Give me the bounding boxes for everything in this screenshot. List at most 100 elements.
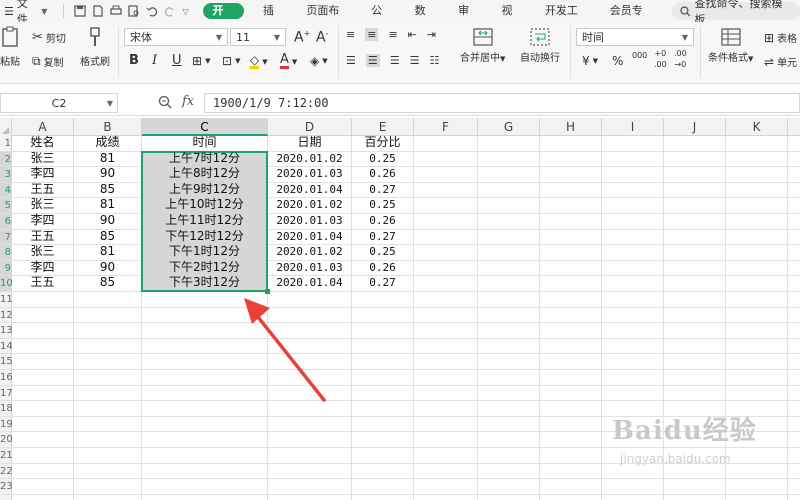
row-header[interactable]: 2: [0, 151, 12, 168]
table-cell[interactable]: 张三: [12, 151, 73, 167]
italic-button[interactable]: I: [152, 53, 157, 68]
row-header[interactable]: 17: [0, 386, 12, 402]
tab-member[interactable]: 会员专享: [599, 0, 664, 39]
table-cell[interactable]: 王五: [12, 182, 73, 198]
table-cell[interactable]: 2020.01.03: [268, 166, 351, 182]
tab-review[interactable]: 审阅: [447, 0, 490, 39]
header-cell[interactable]: 时间: [142, 135, 267, 151]
tab-view[interactable]: 视图: [491, 0, 534, 39]
table-cell[interactable]: 81: [74, 197, 141, 213]
table-cell[interactable]: 2020.01.04: [268, 182, 351, 198]
tab-insert[interactable]: 插入: [252, 0, 295, 39]
row-header[interactable]: 23: [0, 479, 12, 495]
cut-button[interactable]: ✂ 剪切: [32, 30, 66, 45]
file-menu[interactable]: ☰ 文件 ▼: [0, 0, 47, 26]
distributed-icon[interactable]: ☷: [430, 54, 440, 67]
table-cell[interactable]: 2020.01.04: [268, 275, 351, 291]
format-painter-button[interactable]: 格式刷: [80, 26, 110, 68]
table-cell[interactable]: 王五: [12, 275, 73, 291]
tab-developer[interactable]: 开发工具: [534, 0, 599, 39]
row-header[interactable]: 6: [0, 214, 12, 230]
print-preview-icon[interactable]: [128, 5, 140, 17]
header-cell[interactable]: 姓名: [12, 135, 73, 151]
table-cell[interactable]: 上午11时12分: [142, 213, 267, 229]
row-header[interactable]: 19: [0, 417, 12, 433]
column-header-d[interactable]: D: [268, 118, 352, 136]
row-header[interactable]: 20: [0, 432, 12, 448]
redo-icon[interactable]: [164, 5, 176, 17]
table-cell[interactable]: 张三: [12, 197, 73, 213]
row-header[interactable]: 22: [0, 464, 12, 480]
tab-home[interactable]: 开始: [202, 3, 244, 33]
table-cell[interactable]: 85: [74, 229, 141, 245]
table-cell[interactable]: 0.25: [352, 151, 413, 167]
align-top-icon[interactable]: ≡: [346, 28, 355, 41]
underline-button[interactable]: U: [172, 53, 182, 68]
row-header[interactable]: 11: [0, 292, 12, 308]
cell-style-gallery-button[interactable]: ⇌ 单元: [764, 54, 797, 70]
align-center-icon[interactable]: ☰: [365, 54, 380, 67]
row-header[interactable]: 18: [0, 401, 12, 417]
column-header-i[interactable]: I: [602, 118, 664, 136]
thousands-button[interactable]: 000: [632, 52, 647, 60]
number-format-select[interactable]: 时间 ▼: [576, 28, 694, 46]
increase-decimal-button[interactable]: +0.00: [654, 50, 667, 69]
table-cell[interactable]: 0.25: [352, 197, 413, 213]
table-cell[interactable]: 2020.01.02: [268, 197, 351, 213]
fx-icon[interactable]: fx: [182, 94, 194, 109]
align-right-icon[interactable]: ☰: [390, 54, 400, 67]
tab-page-layout[interactable]: 页面布局: [295, 0, 360, 39]
name-box[interactable]: C2 ▼: [0, 93, 118, 113]
table-cell[interactable]: 上午7时12分: [142, 151, 267, 167]
fill-color-button[interactable]: ◇ ▼: [250, 54, 268, 69]
column-header-b[interactable]: B: [74, 118, 142, 136]
row-header[interactable]: 5: [0, 198, 12, 214]
row-header[interactable]: 21: [0, 448, 12, 464]
table-cell[interactable]: 90: [74, 260, 141, 276]
command-search[interactable]: 查找命令、搜索模板: [671, 0, 800, 26]
table-style-button[interactable]: ⊞ 表格: [764, 30, 797, 46]
tab-data[interactable]: 数据: [404, 0, 447, 39]
save-icon[interactable]: [74, 5, 86, 17]
select-all-corner[interactable]: [0, 118, 12, 136]
row-header[interactable]: 13: [0, 323, 12, 339]
decrease-decimal-button[interactable]: .00 →0: [674, 50, 687, 69]
indent-increase-icon[interactable]: ⇥: [427, 28, 436, 41]
cell-style-button[interactable]: ⊡ ▼: [222, 54, 240, 68]
export-pdf-icon[interactable]: [92, 5, 104, 17]
justify-icon[interactable]: ☰: [410, 54, 420, 67]
row-header[interactable]: 12: [0, 308, 12, 324]
column-header-c[interactable]: C: [142, 118, 268, 136]
table-cell[interactable]: 王五: [12, 229, 73, 245]
chevron-down-icon[interactable]: ▽: [182, 7, 188, 16]
row-header[interactable]: 9: [0, 260, 12, 277]
bold-button[interactable]: B: [129, 53, 139, 68]
indent-decrease-icon[interactable]: ⇤: [408, 28, 417, 41]
wrap-text-button[interactable]: 自动换行: [520, 28, 560, 64]
table-cell[interactable]: 81: [74, 244, 141, 260]
align-middle-icon[interactable]: ≡: [365, 28, 379, 41]
table-cell[interactable]: 0.25: [352, 244, 413, 260]
border-button[interactable]: ⊞ ▼: [192, 54, 210, 68]
table-cell[interactable]: 上午9时12分: [142, 182, 267, 198]
row-header[interactable]: 3: [0, 167, 12, 183]
table-cell[interactable]: 上午8时12分: [142, 166, 267, 182]
align-bottom-icon[interactable]: ≡: [388, 28, 397, 41]
column-header-j[interactable]: J: [664, 118, 726, 136]
table-cell[interactable]: 2020.01.03: [268, 213, 351, 229]
tab-formulas[interactable]: 公式: [360, 0, 403, 39]
column-header-f[interactable]: F: [414, 118, 478, 136]
table-cell[interactable]: 下午2时12分: [142, 260, 267, 276]
table-cell[interactable]: 2020.01.04: [268, 229, 351, 245]
align-left-icon[interactable]: ☰: [346, 54, 356, 67]
table-cell[interactable]: 下午1时12分: [142, 244, 267, 260]
copy-button[interactable]: ⧉ 复制: [32, 54, 64, 69]
conditional-format-button[interactable]: 条件格式▼: [708, 28, 753, 64]
row-header[interactable]: 10: [0, 276, 12, 292]
column-header-e[interactable]: E: [352, 118, 414, 136]
font-color-button[interactable]: A ▼: [280, 53, 297, 69]
currency-button[interactable]: ¥ ▼: [582, 54, 598, 68]
table-cell[interactable]: 85: [74, 182, 141, 198]
undo-icon[interactable]: [146, 5, 158, 17]
row-header[interactable]: 4: [0, 182, 12, 199]
